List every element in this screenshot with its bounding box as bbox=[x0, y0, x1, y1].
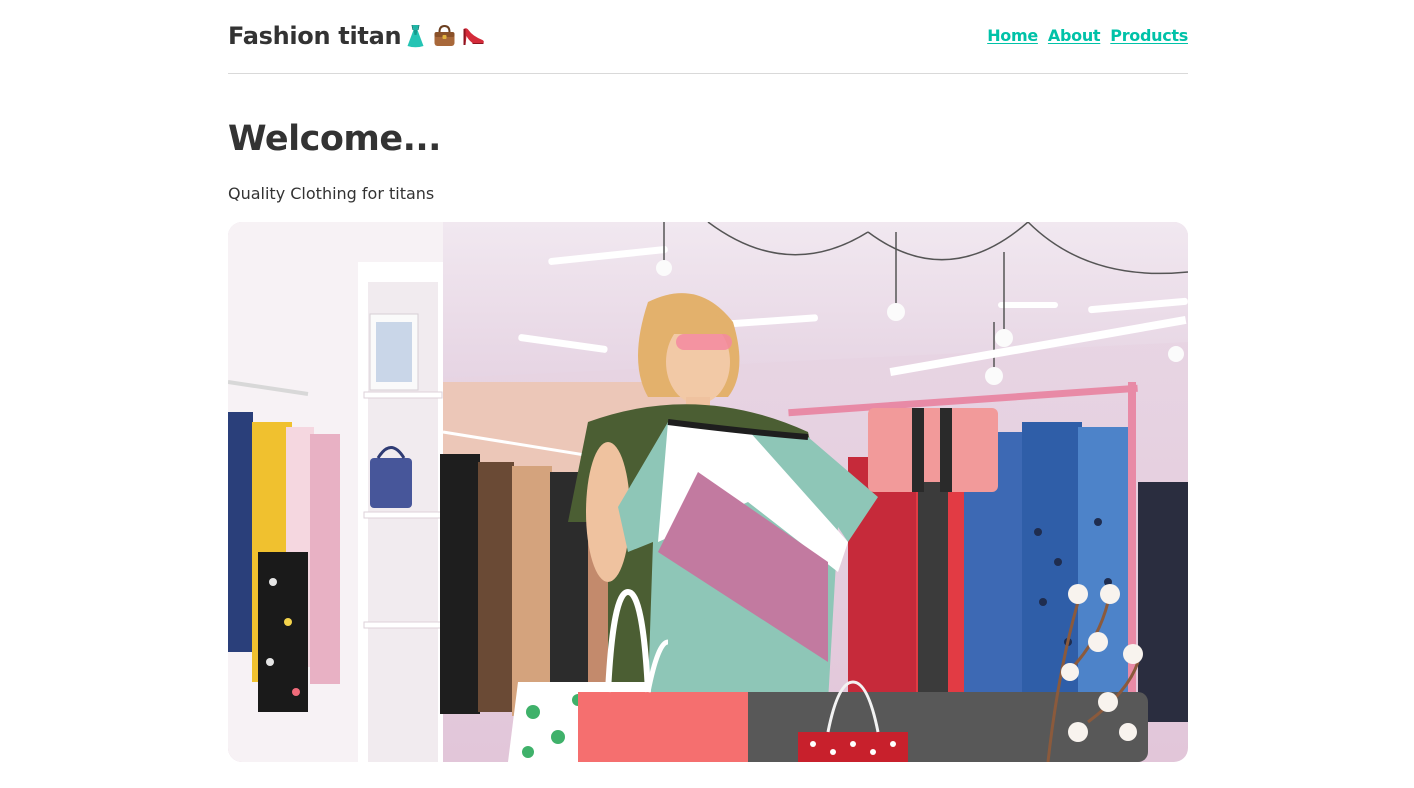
hero-photo-illustration bbox=[228, 222, 1188, 762]
page-container: Fashion titan Home About Products Welcom… bbox=[228, 0, 1188, 762]
page-subtitle: Quality Clothing for titans bbox=[228, 184, 435, 203]
brand-logo[interactable]: Fashion titan bbox=[228, 22, 489, 50]
page-title: Welcome... bbox=[228, 119, 441, 159]
main-nav: Home About Products bbox=[987, 26, 1188, 45]
dress-icon bbox=[407, 24, 424, 47]
hero-image bbox=[228, 222, 1188, 762]
nav-link-products[interactable]: Products bbox=[1110, 26, 1188, 45]
nav-link-about[interactable]: About bbox=[1048, 26, 1101, 45]
brand-name: Fashion titan bbox=[228, 21, 402, 50]
site-header: Fashion titan Home About Products bbox=[228, 0, 1188, 74]
nav-link-home[interactable]: Home bbox=[987, 26, 1038, 45]
handbag-icon bbox=[434, 24, 455, 46]
high-heel-icon bbox=[463, 27, 485, 45]
brand-emoji-group bbox=[402, 23, 489, 49]
